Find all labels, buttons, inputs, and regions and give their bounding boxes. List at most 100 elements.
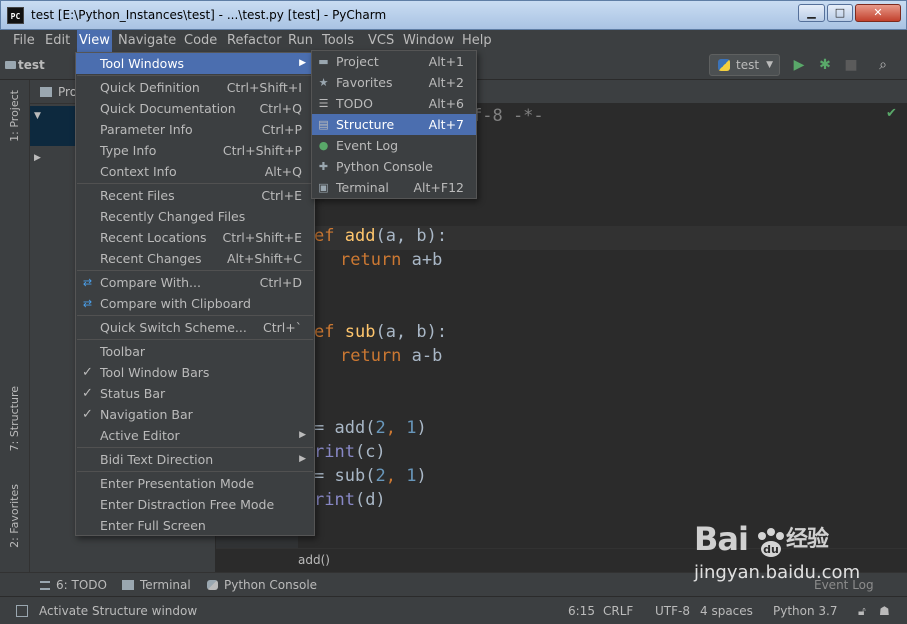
call: sub( [334,466,376,486]
view-menu-item-type-info[interactable]: Type Info Ctrl+Shift+P [76,140,314,161]
menu-file[interactable]: File [11,30,37,52]
tab-project[interactable]: 1: Project [8,90,21,142]
view-menu-item-compare-with-clipboard[interactable]: ⇄ Compare with Clipboard [76,293,314,314]
editor-breadcrumb[interactable]: add() [298,553,330,567]
menu-refactor[interactable]: Refactor [225,30,284,52]
tool-window-item-python-console[interactable]: ✚ Python Console [312,156,476,177]
view-menu-item-recent-changes[interactable]: Recent Changes Alt+Shift+C [76,248,314,269]
view-menu-item-enter-distraction-free-mode[interactable]: Enter Distraction Free Mode [76,494,314,515]
menu-item-shortcut: Ctrl+P [261,122,302,137]
function-name: add [344,226,376,246]
params: (a, b): [375,226,448,246]
checkmark-icon: ✓ [82,386,93,401]
caret-position[interactable]: 6:15 [568,604,595,618]
menu-item-label: Quick Switch Scheme... [100,320,247,335]
tool-window-item-structure[interactable]: ▤ Structure Alt+7 [312,114,476,135]
tool-button-todo[interactable]: 6: TODO [40,578,107,592]
menu-separator [77,471,313,472]
maximize-button[interactable]: □ [827,4,853,22]
paren: ) [416,418,427,438]
tool-window-item-favorites[interactable]: ★ Favorites Alt+2 [312,72,476,93]
debug-icon[interactable]: ✱ [817,57,833,73]
view-menu-item-toolbar[interactable]: Toolbar [76,341,314,362]
tool-windows-toggle-icon[interactable] [16,605,28,617]
project-icon [40,87,52,97]
view-menu-item-tool-windows[interactable]: Tool Windows ▶ [76,53,314,74]
tool-button-label: Terminal [140,578,191,592]
view-menu-item-compare-with[interactable]: ⇄ Compare With... Ctrl+D [76,272,314,293]
file-encoding[interactable]: UTF-8 [655,604,690,618]
line-separator[interactable]: CRLF [603,604,633,618]
tool-button-terminal[interactable]: Terminal [122,578,191,592]
menu-item-shortcut: Ctrl+Shift+E [222,230,303,245]
window-titlebar: PC test [E:\Python_Instances\test] - ...… [0,0,907,30]
tool-button-label: 6: TODO [56,578,107,592]
menu-view[interactable]: View [77,30,112,52]
menu-navigate[interactable]: Navigate [116,30,178,52]
menu-separator [77,315,313,316]
menu-item-shortcut: Alt+Shift+C [226,251,302,266]
folder-icon [5,61,16,69]
menu-help[interactable]: Help [460,30,494,52]
view-menu-item-quick-documentation[interactable]: Quick Documentation Ctrl+Q [76,98,314,119]
tool-button-python-console[interactable]: Python Console [207,578,317,592]
tool-window-item-event-log[interactable]: ● Event Log [312,135,476,156]
code-line-encoding: f-8 -*- [472,106,544,126]
view-menu-item-recently-changed-files[interactable]: Recently Changed Files [76,206,314,227]
compare-clipboard-icon: ⇄ [82,297,93,310]
view-menu-item-quick-switch-scheme[interactable]: Quick Switch Scheme... Ctrl+` [76,317,314,338]
view-menu-item-quick-definition[interactable]: Quick Definition Ctrl+Shift+I [76,77,314,98]
folder-icon: ▬ [318,55,329,68]
view-menu-item-recent-files[interactable]: Recent Files Ctrl+E [76,185,314,206]
search-icon[interactable]: ⌕ [875,57,891,73]
view-menu-item-status-bar[interactable]: ✓ Status Bar [76,383,314,404]
view-menu-item-enter-presentation-mode[interactable]: Enter Presentation Mode [76,473,314,494]
assign: = [314,418,325,438]
view-menu-item-context-info[interactable]: Context Info Alt+Q [76,161,314,182]
tab-favorites[interactable]: 2: Favorites [8,484,21,548]
run-icon[interactable]: ▶ [791,57,807,73]
view-menu-item-navigation-bar[interactable]: ✓ Navigation Bar [76,404,314,425]
args: (d) [354,490,386,510]
minimize-button[interactable]: ▁ [798,4,825,22]
view-menu-item-enter-full-screen[interactable]: Enter Full Screen [76,515,314,536]
tool-window-item-project[interactable]: ▬ Project Alt+1 [312,51,476,72]
code-line-def-add: ef add(a, b): [314,226,447,246]
lock-icon[interactable]: 🔓︎ [858,604,866,619]
menu-item-label: Terminal [336,180,389,195]
submenu-arrow-icon: ▶ [299,430,306,440]
menu-item-label: Python Console [336,159,433,174]
python-interpreter[interactable]: Python 3.7 [773,604,838,618]
number: 2 [375,418,386,438]
tool-window-item-terminal[interactable]: ▣ Terminal Alt+F12 [312,177,476,198]
code-line-call-sub: = sub(2, 1) [314,466,427,486]
tool-window-item-todo[interactable]: ☰ TODO Alt+6 [312,93,476,114]
menu-item-label: Tool Window Bars [100,365,210,380]
indent-setting[interactable]: 4 spaces [700,604,753,618]
watermark-url: jingyan.baidu.com [694,562,861,583]
menu-run[interactable]: Run [286,30,315,52]
tab-structure[interactable]: 7: Structure [8,386,21,451]
menu-code[interactable]: Code [182,30,219,52]
builtin: rint [314,442,355,462]
close-button[interactable]: ✕ [855,4,901,22]
menu-item-shortcut: Alt+7 [428,117,464,132]
menu-vcs[interactable]: VCS [366,30,396,52]
menu-tools[interactable]: Tools [320,30,356,52]
inspector-icon[interactable]: ☗ [879,604,890,618]
stop-icon[interactable]: ■ [843,57,859,73]
view-menu-item-active-editor[interactable]: Active Editor ▶ [76,425,314,446]
paw-logo-icon: du [758,528,784,557]
nav-crumb-project[interactable]: test [18,58,45,72]
view-menu-item-tool-window-bars[interactable]: ✓ Tool Window Bars [76,362,314,383]
star-icon: ★ [318,76,329,89]
view-menu-item-bidi-text-direction[interactable]: Bidi Text Direction ▶ [76,449,314,470]
view-menu-item-recent-locations[interactable]: Recent Locations Ctrl+Shift+E [76,227,314,248]
menu-window[interactable]: Window [401,30,456,52]
keyword: ef [314,226,335,246]
view-menu-item-parameter-info[interactable]: Parameter Info Ctrl+P [76,119,314,140]
menu-edit[interactable]: Edit [43,30,72,52]
menu-item-label: Parameter Info [100,122,193,137]
code-line-return-add: return a+b [340,250,442,270]
run-configuration-select[interactable]: test ▼ [709,54,780,76]
